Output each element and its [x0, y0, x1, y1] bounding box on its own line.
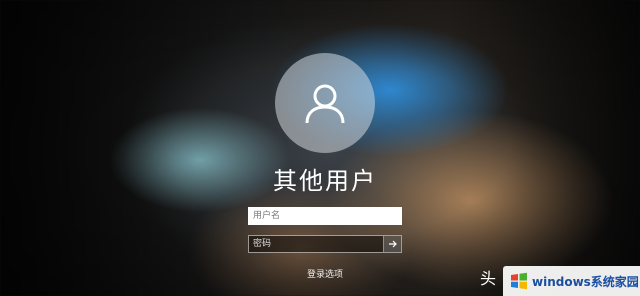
arrow-right-icon: [388, 240, 397, 248]
submit-button[interactable]: [383, 236, 401, 252]
watermark-text: windows系统家园: [532, 274, 639, 289]
password-input[interactable]: [249, 236, 383, 252]
user-icon: [305, 84, 345, 124]
username-label: 其他用户: [273, 167, 377, 195]
username-input[interactable]: [248, 207, 402, 225]
partial-overlay-glyph: 头: [480, 269, 497, 288]
site-watermark: windows系统家园: [503, 266, 640, 296]
windows-logo-icon: [511, 272, 527, 290]
password-field: [248, 235, 402, 253]
user-avatar: [275, 53, 375, 153]
